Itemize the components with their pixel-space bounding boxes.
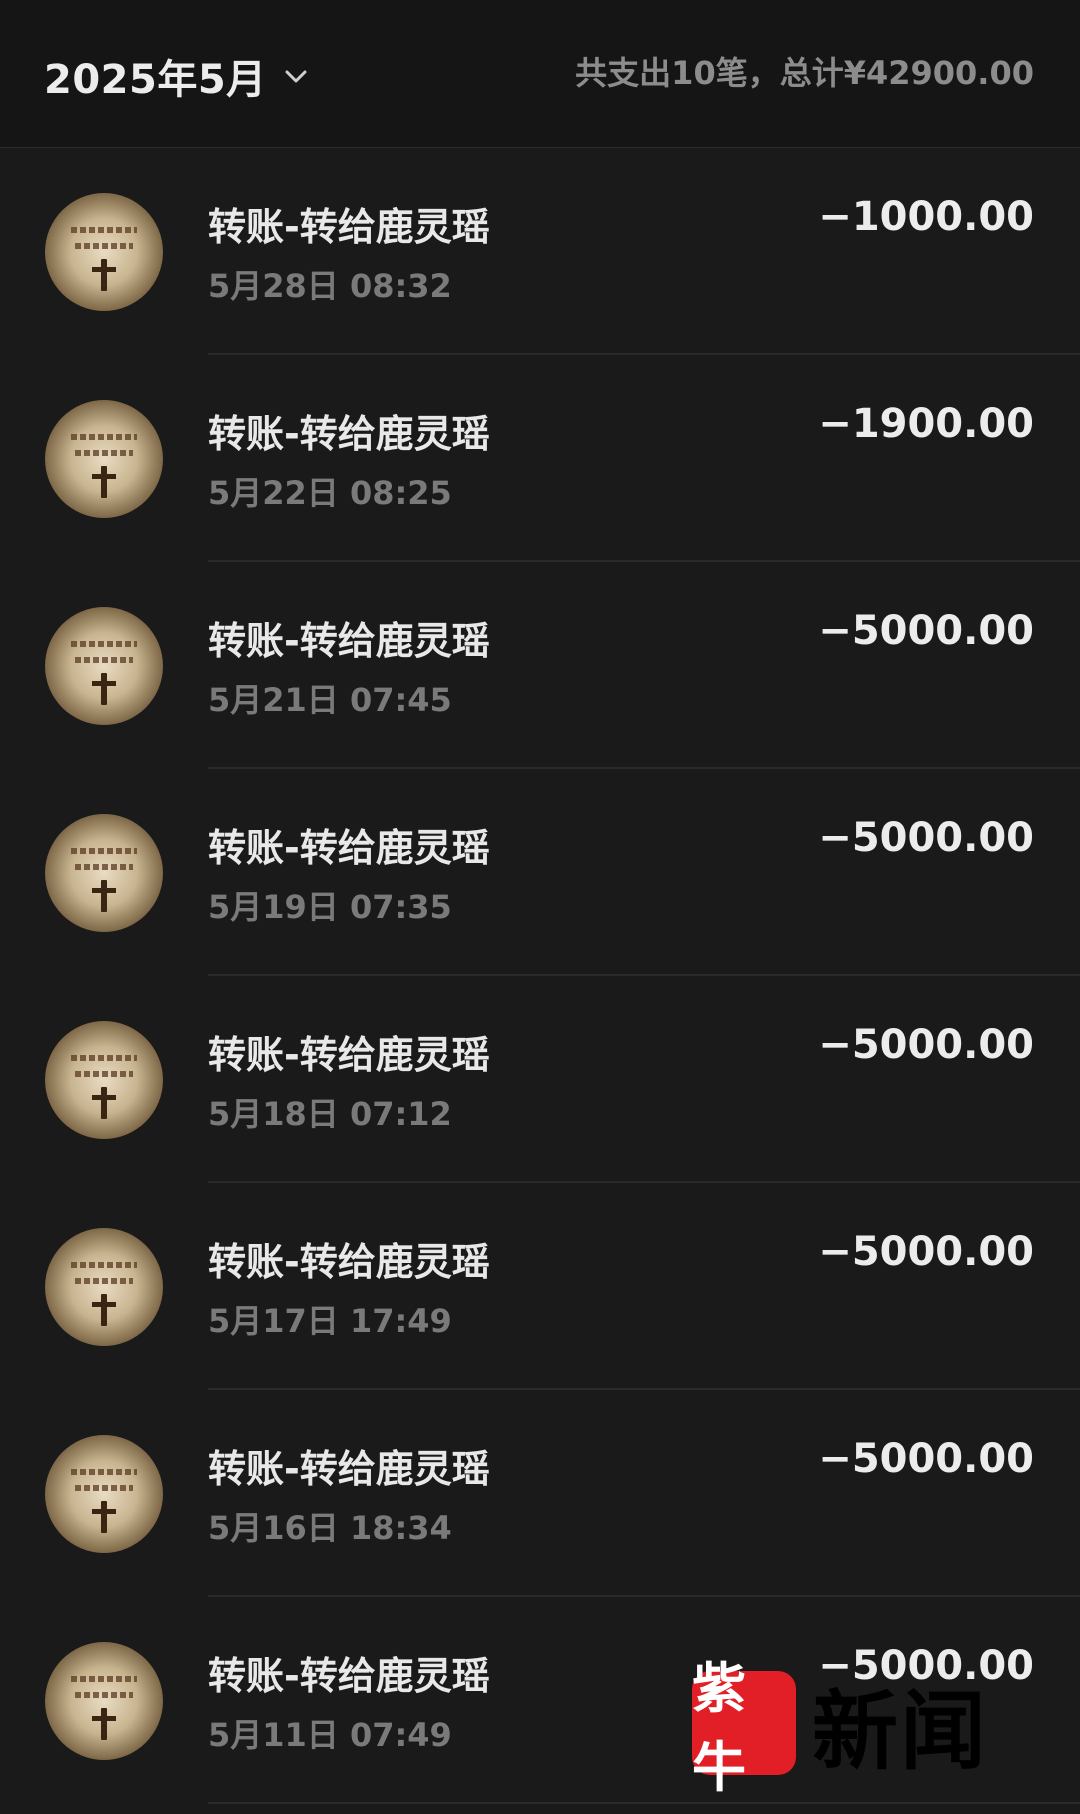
cross-icon bbox=[92, 880, 116, 912]
transaction-time: 5月16日 18:34 bbox=[208, 1509, 452, 1547]
transaction-amount: −5000.00 bbox=[818, 815, 1034, 861]
avatar bbox=[45, 1435, 163, 1553]
transaction-time: 5月11日 07:49 bbox=[208, 1716, 452, 1754]
transaction-row[interactable]: 转账-转给鹿灵瑶 5月17日 17:49 −5000.00 bbox=[0, 1183, 1080, 1390]
transaction-amount: −5000.00 bbox=[818, 1229, 1034, 1275]
cross-icon bbox=[92, 1087, 116, 1119]
transaction-amount: −1900.00 bbox=[818, 401, 1034, 447]
transaction-row[interactable]: 转账-转给鹿灵瑶 5月22日 08:25 −1900.00 bbox=[0, 355, 1080, 562]
spending-summary: 共支出10笔，总计¥42900.00 bbox=[575, 54, 1034, 92]
transaction-amount: −5000.00 bbox=[818, 1022, 1034, 1068]
transaction-time: 5月21日 07:45 bbox=[208, 681, 452, 719]
cross-icon bbox=[92, 673, 116, 705]
row-divider bbox=[208, 1802, 1080, 1804]
avatar bbox=[45, 607, 163, 725]
cross-icon bbox=[92, 1708, 116, 1740]
chevron-down-icon bbox=[285, 70, 307, 83]
transaction-amount: −5000.00 bbox=[818, 1436, 1034, 1482]
transaction-title: 转账-转给鹿灵瑶 bbox=[208, 205, 490, 249]
transaction-amount: −1000.00 bbox=[818, 194, 1034, 240]
avatar bbox=[45, 400, 163, 518]
transaction-row[interactable]: 转账-转给鹿灵瑶 5月19日 07:35 −5000.00 bbox=[0, 769, 1080, 976]
transaction-title: 转账-转给鹿灵瑶 bbox=[208, 412, 490, 456]
transaction-title: 转账-转给鹿灵瑶 bbox=[208, 1447, 490, 1491]
transaction-row[interactable]: 转账-转给鹿灵瑶 5月18日 07:12 −5000.00 bbox=[0, 976, 1080, 1183]
month-picker[interactable]: 2025年5月 bbox=[44, 46, 309, 106]
news-watermark: 紫牛 新闻 bbox=[692, 1656, 988, 1799]
cross-icon bbox=[92, 466, 116, 498]
cross-icon bbox=[92, 259, 116, 291]
avatar bbox=[45, 1228, 163, 1346]
transaction-time: 5月28日 08:32 bbox=[208, 267, 452, 305]
transaction-title: 转账-转给鹿灵瑶 bbox=[208, 1654, 490, 1698]
transaction-row[interactable]: 转账-转给鹿灵瑶 5月28日 08:32 −1000.00 bbox=[0, 148, 1080, 355]
avatar bbox=[45, 1642, 163, 1760]
avatar bbox=[45, 193, 163, 311]
transaction-time: 5月19日 07:35 bbox=[208, 888, 452, 926]
transaction-list: 转账-转给鹿灵瑶 5月28日 08:32 −1000.00 转账-转给鹿灵瑶 5… bbox=[0, 148, 1080, 1804]
transaction-title: 转账-转给鹿灵瑶 bbox=[208, 1240, 490, 1284]
cross-icon bbox=[92, 1294, 116, 1326]
transaction-row[interactable]: 转账-转给鹿灵瑶 5月21日 07:45 −5000.00 bbox=[0, 562, 1080, 769]
transaction-time: 5月17日 17:49 bbox=[208, 1302, 452, 1340]
transaction-amount: −5000.00 bbox=[818, 608, 1034, 654]
month-label: 2025年5月 bbox=[44, 57, 267, 103]
cross-icon bbox=[92, 1501, 116, 1533]
transaction-time: 5月18日 07:12 bbox=[208, 1095, 452, 1133]
watermark-text: 新闻 bbox=[812, 1680, 988, 1782]
watermark-logo: 紫牛 bbox=[692, 1656, 796, 1799]
transaction-title: 转账-转给鹿灵瑶 bbox=[208, 826, 490, 870]
avatar bbox=[45, 1021, 163, 1139]
header-bar: 2025年5月 共支出10笔，总计¥42900.00 bbox=[0, 0, 1080, 148]
avatar bbox=[45, 814, 163, 932]
transaction-title: 转账-转给鹿灵瑶 bbox=[208, 1033, 490, 1077]
transaction-time: 5月22日 08:25 bbox=[208, 474, 452, 512]
transaction-title: 转账-转给鹿灵瑶 bbox=[208, 619, 490, 663]
transaction-row[interactable]: 转账-转给鹿灵瑶 5月16日 18:34 −5000.00 bbox=[0, 1390, 1080, 1597]
